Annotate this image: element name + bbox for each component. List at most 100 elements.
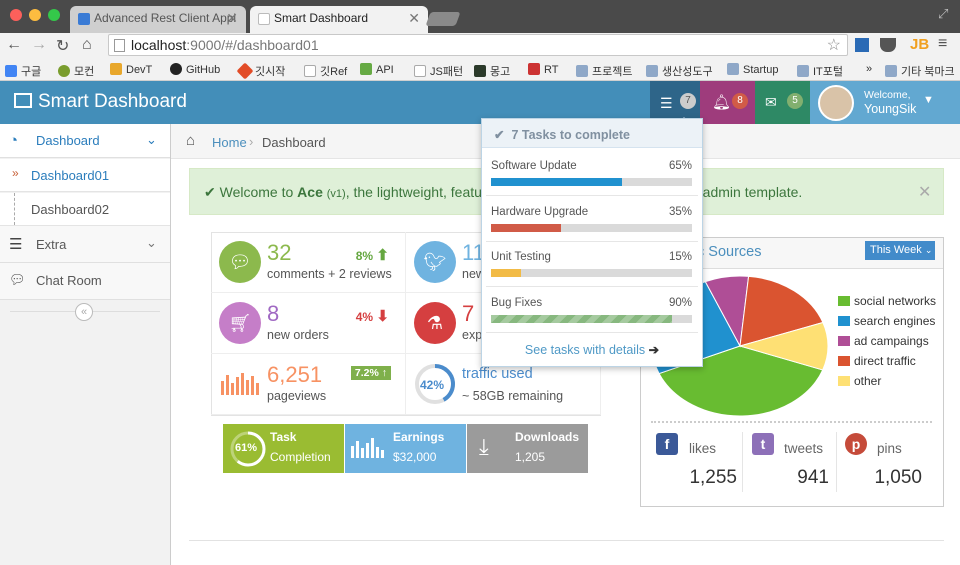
- infobox-number: 6,251: [267, 362, 323, 387]
- alert-text: d admin template.: [691, 184, 803, 200]
- home-icon: ⌂: [186, 132, 196, 149]
- forward-icon[interactable]: →: [31, 36, 47, 54]
- messages-nav-button[interactable]: ✉ 5: [755, 81, 810, 124]
- task-item[interactable]: Bug Fixes 90%: [491, 297, 692, 343]
- pocket-extension-icon[interactable]: [880, 38, 896, 52]
- legend-item: direct traffic: [838, 354, 916, 368]
- reload-icon[interactable]: ↻: [56, 36, 69, 56]
- download-icon: ⤓: [479, 434, 489, 459]
- fullscreen-icon[interactable]: ⤢: [938, 6, 948, 22]
- task-name: Bug Fixes: [491, 297, 543, 309]
- notifications-badge: 8: [732, 93, 748, 109]
- downloads-tile[interactable]: ⤓ Downloads 1,205: [467, 424, 588, 473]
- bookmark-folder[interactable]: IT포털: [813, 66, 843, 78]
- mongo-icon: [474, 65, 486, 77]
- check-icon: ✔: [494, 128, 505, 142]
- legend-swatch: [838, 376, 850, 386]
- trello-extension-icon[interactable]: [855, 38, 869, 52]
- task-item[interactable]: Hardware Upgrade 35%: [491, 206, 692, 252]
- browser-tab-rest-client[interactable]: Advanced Rest Client Appl ✕: [70, 6, 246, 33]
- sidebar-collapse-button[interactable]: «: [75, 303, 93, 321]
- bookmark-label[interactable]: 몽고: [490, 66, 510, 78]
- bookmark-folder[interactable]: Startup: [743, 64, 778, 76]
- minimize-window-button[interactable]: [29, 9, 41, 21]
- bookmark-label[interactable]: 모컨: [74, 66, 94, 78]
- social-label: likes: [689, 441, 717, 456]
- bookmark-label[interactable]: JS패턴: [430, 66, 463, 78]
- url-path: :9000/#/dashboard01: [186, 37, 319, 53]
- bookmark-icon: [360, 63, 372, 75]
- maximize-window-button[interactable]: [48, 9, 60, 21]
- task-name: Hardware Upgrade: [491, 206, 589, 218]
- close-window-button[interactable]: [10, 9, 22, 21]
- tasks-dropdown-header: ✔ 7 Tasks to complete: [482, 119, 702, 148]
- bookmark-folder[interactable]: 기타 북마크: [901, 66, 955, 78]
- task-progress-bar: [491, 315, 692, 323]
- chrome-menu-icon[interactable]: ≡: [938, 35, 947, 53]
- task-item[interactable]: Unit Testing 15%: [491, 251, 692, 297]
- infobox-number: 7: [462, 301, 475, 326]
- back-icon[interactable]: ←: [6, 36, 22, 54]
- more-bookmarks-button[interactable]: »: [866, 63, 872, 75]
- social-label: tweets: [784, 441, 824, 456]
- bell-icon: 🔔︎: [712, 94, 732, 111]
- task-percent: 35%: [668, 206, 692, 218]
- alert-text: , the lightweight, feature-: [345, 184, 500, 200]
- widget-title: c Sources: [697, 244, 762, 260]
- range-dropdown[interactable]: This Week ⌄: [865, 241, 935, 260]
- user-menu-button[interactable]: Welcome, YoungSik ▼: [810, 81, 960, 124]
- bookmarks-bar: 구글 모컨 DevT GitHub 깃시작 깃Ref API JS패턴 몽고 R…: [0, 59, 960, 81]
- close-alert-icon[interactable]: ✕: [918, 182, 931, 202]
- bookmark-label[interactable]: 구글: [21, 66, 41, 78]
- sidebar-item-dashboard[interactable]: ◔ Dashboard ⌄: [0, 124, 170, 158]
- earnings-tile[interactable]: Earnings $32,000: [345, 424, 466, 473]
- close-tab-icon[interactable]: ✕: [226, 10, 238, 27]
- bookmark-star-icon[interactable]: ☆: [827, 35, 841, 55]
- arrow-down-icon: ⬇: [376, 308, 389, 325]
- see-tasks-link[interactable]: See tasks with details ➔: [482, 342, 702, 357]
- bookmark-label[interactable]: GitHub: [186, 64, 220, 76]
- bar-chart-icon: [14, 93, 32, 108]
- jb-extension-icon[interactable]: JB: [910, 36, 929, 53]
- sidebar-item-extra[interactable]: ☰ Extra ⌄: [0, 226, 170, 263]
- sidebar-item-dashboard01[interactable]: » Dashboard01: [0, 159, 170, 192]
- task-separator: [486, 332, 698, 333]
- bookmark-folder[interactable]: 생산성도구: [662, 66, 713, 78]
- task-progress-fill: [491, 224, 562, 232]
- legend-label: search engines: [854, 314, 936, 328]
- twitter-icon: 🐦︎: [414, 241, 456, 283]
- task-item[interactable]: Software Update 65%: [491, 160, 692, 206]
- bar-chart-icon: [221, 371, 261, 395]
- brand-link[interactable]: Smart Dashboard: [14, 91, 187, 113]
- user-name: YoungSik: [864, 102, 917, 116]
- legend-item: other: [838, 374, 881, 388]
- notifications-nav-button[interactable]: 🔔︎ 8: [700, 81, 755, 124]
- infobox-number: 32: [267, 240, 292, 265]
- bookmark-icon: [58, 65, 70, 77]
- infobox-label: exp: [462, 328, 483, 342]
- traffic-percent: 42%: [420, 378, 445, 392]
- legend-item: social networks: [838, 294, 936, 308]
- welcome-text: Welcome,: [864, 89, 911, 101]
- bookmark-label[interactable]: 깃Ref: [320, 66, 347, 78]
- url-input[interactable]: localhost:9000/#/dashboard01 ☆: [108, 34, 848, 56]
- task-progress-fill: [491, 269, 522, 277]
- bookmark-label[interactable]: DevT: [126, 64, 152, 76]
- breadcrumb-current: Dashboard: [262, 135, 326, 150]
- task-completion-tile[interactable]: 61% Task Completion: [223, 424, 344, 473]
- bookmark-label[interactable]: 깃시작: [255, 66, 285, 78]
- close-tab-icon[interactable]: ✕: [408, 10, 420, 27]
- task-percent: 65%: [668, 160, 692, 172]
- bookmark-folder[interactable]: 프로젝트: [592, 66, 632, 78]
- new-tab-button[interactable]: [425, 12, 461, 26]
- task-separator: [486, 195, 698, 196]
- breadcrumb-home-link[interactable]: Home: [212, 135, 247, 150]
- sidebar-item-label: Extra: [36, 237, 67, 252]
- legend-swatch: [838, 356, 850, 366]
- bookmark-label[interactable]: RT: [544, 64, 558, 76]
- home-icon[interactable]: ⌂: [82, 36, 92, 54]
- sidebar-item-dashboard02[interactable]: Dashboard02: [0, 193, 170, 226]
- sidebar-item-chat-room[interactable]: 💬︎ Chat Room: [0, 263, 170, 300]
- bookmark-label[interactable]: API: [376, 64, 394, 76]
- browser-tab-smart-dashboard[interactable]: Smart Dashboard ✕: [250, 6, 428, 33]
